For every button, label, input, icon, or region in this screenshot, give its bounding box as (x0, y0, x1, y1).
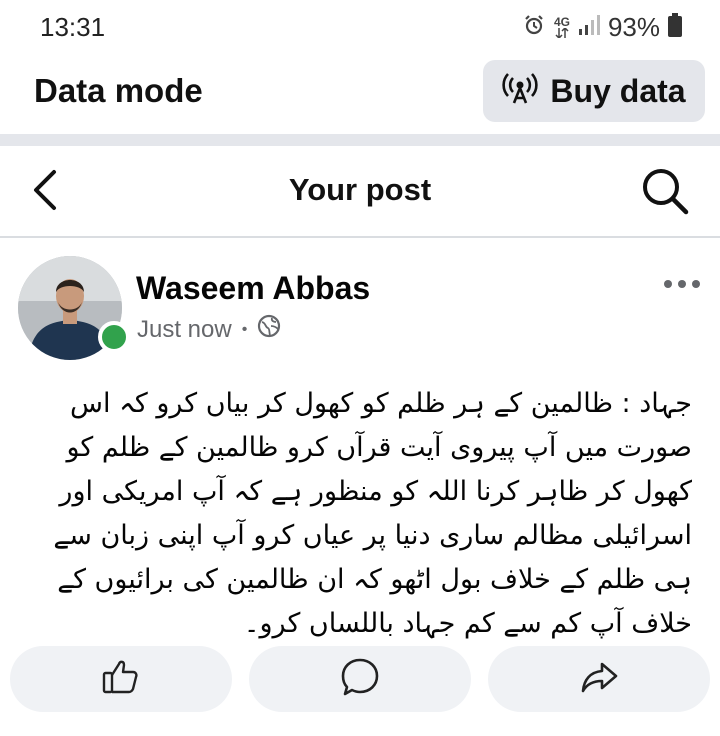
battery-percent: 93% (607, 12, 660, 42)
network-type: 4G (553, 15, 570, 29)
status-icons: 4G 93% (522, 12, 682, 43)
status-time: 13:31 (40, 12, 106, 42)
page-title: Your post (288, 172, 432, 207)
more-options-button[interactable] (664, 280, 700, 288)
meta-separator: • (241, 320, 248, 338)
buy-data-label: Buy data (550, 72, 686, 109)
data-mode-bar: Data mode Buy data (0, 56, 720, 132)
more-dot-icon (664, 280, 672, 288)
data-mode-title: Data mode (34, 72, 203, 109)
share-icon (578, 656, 620, 703)
network-4g-icon: 4G (553, 15, 570, 38)
broadcast-icon (502, 72, 539, 110)
more-dot-icon (692, 280, 700, 288)
globe-icon[interactable] (257, 314, 281, 345)
post-text: جہاد : ظالمین کے ہر ظلم کو کھول کر بیاں … (53, 388, 692, 639)
status-bar: 13:31 4G 93% (0, 0, 720, 56)
post-author-name[interactable]: Waseem Abbas (136, 270, 370, 307)
post-meta: Just now • (137, 314, 281, 345)
post-actions (0, 646, 720, 712)
online-status-indicator (98, 321, 130, 353)
section-divider (0, 134, 720, 146)
signal-icon (578, 14, 600, 41)
share-button[interactable] (488, 646, 710, 712)
like-button[interactable] (10, 646, 232, 712)
thumbs-up-icon (100, 656, 142, 703)
buy-data-button[interactable]: Buy data (483, 60, 705, 122)
post-header: Your post (0, 146, 720, 238)
post-timestamp[interactable]: Just now (137, 316, 232, 344)
battery-icon (668, 13, 682, 42)
more-dot-icon (678, 280, 686, 288)
alarm-icon (522, 13, 546, 42)
comment-button[interactable] (249, 646, 471, 712)
comment-icon (339, 656, 381, 703)
search-icon (640, 169, 690, 220)
search-button[interactable] (640, 166, 690, 221)
